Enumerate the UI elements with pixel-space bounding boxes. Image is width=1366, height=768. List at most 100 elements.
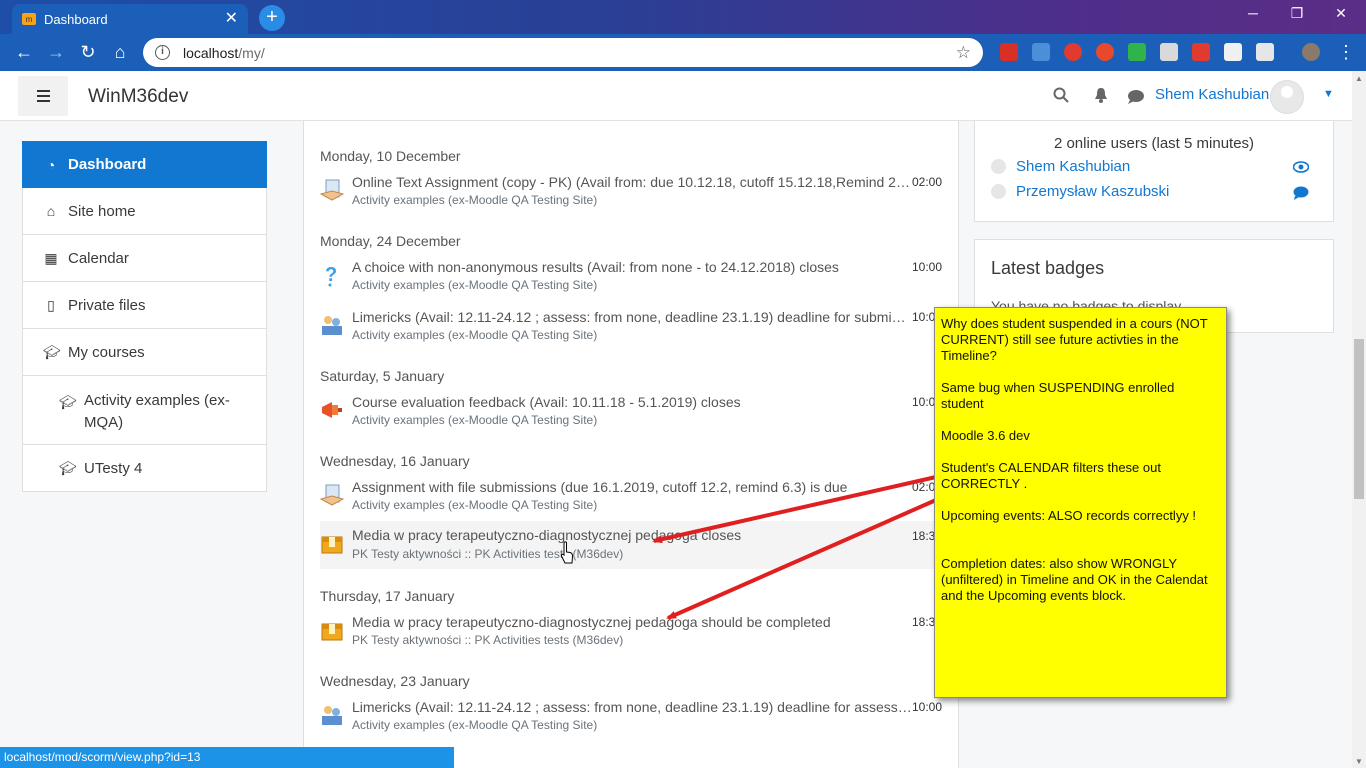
online-user[interactable]: Shem Kashubian: [991, 158, 1130, 175]
drawer-item-label: Private files: [68, 296, 146, 314]
bookmark-star-icon[interactable]: ☆: [956, 43, 971, 63]
timeline-event: Media w pracy terapeutyczno-diagnostyczn…: [320, 612, 944, 654]
timeline-event-link[interactable]: Assignment with file submissions (due 16…: [352, 479, 912, 495]
new-tab-button[interactable]: +: [259, 5, 285, 31]
bell-icon[interactable]: [1093, 87, 1109, 108]
timeline-date-header: Monday, 10 December: [320, 148, 461, 164]
back-icon[interactable]: ←: [12, 41, 36, 63]
user-avatar[interactable]: [1270, 80, 1304, 114]
home-icon[interactable]: ⌂: [108, 41, 132, 63]
graduation-cap-icon: 🎓︎: [59, 394, 77, 410]
gmail-extension-icon[interactable]: [1000, 43, 1018, 61]
nav-drawer: ◔ Dashboard ⌂ Site home ▦ Calendar ▯ Pri…: [22, 141, 267, 492]
online-user[interactable]: Przemysław Kaszubski: [991, 183, 1169, 200]
timeline-event-link[interactable]: Limericks (Avail: 12.11-24.12 ; assess: …: [352, 309, 912, 325]
drawer-item-calendar[interactable]: ▦ Calendar: [22, 235, 267, 282]
page-scrollbar[interactable]: ▲ ▼: [1352, 71, 1366, 768]
note-paragraph: Same bug when SUSPENDING enrolled studen…: [941, 380, 1175, 411]
eye-icon[interactable]: [1292, 160, 1310, 176]
timeline-event-link[interactable]: Limericks (Avail: 12.11-24.12 ; assess: …: [352, 699, 912, 715]
user-icon: [991, 184, 1006, 199]
extension-icon[interactable]: [1160, 43, 1178, 61]
online-user-name[interactable]: Przemysław Kaszubski: [1016, 183, 1169, 200]
document-extension-icon[interactable]: [1224, 43, 1242, 61]
drawer-toggle-button[interactable]: [18, 76, 68, 116]
timeline-date-header: Wednesday, 16 January: [320, 453, 470, 469]
note-paragraph: Why does student suspended in a cours (N…: [941, 316, 1208, 363]
timeline-event-link[interactable]: Course evaluation feedback (Avail: 10.11…: [352, 394, 912, 410]
message-icon[interactable]: [1127, 89, 1145, 110]
drawer-item-label: My courses: [68, 343, 145, 361]
mail-extension-icon[interactable]: [1032, 43, 1050, 61]
workshop-icon: [322, 706, 342, 725]
timeline-event-course: PK Testy aktywności :: PK Activities tes…: [352, 547, 624, 561]
chevron-down-icon[interactable]: ▼: [1323, 88, 1334, 100]
online-users-title: 2 online users (last 5 minutes): [1053, 135, 1255, 152]
drawer-item-my-courses[interactable]: 🎓︎ My courses: [22, 329, 267, 376]
reload-icon[interactable]: ↻: [76, 41, 100, 63]
pdf-extension-icon[interactable]: [1256, 43, 1274, 61]
scorm-icon: [321, 623, 343, 641]
note-paragraph: Moodle 3.6 dev: [941, 428, 1030, 443]
browser-tab-strip: m Dashboard ✕ + ─ ❐ ✕: [0, 0, 1366, 34]
svg-text:?: ?: [325, 264, 337, 286]
browser-menu-icon[interactable]: ⋮: [1334, 41, 1358, 63]
forward-icon[interactable]: →: [44, 41, 68, 63]
timeline-event-course: Activity examples (ex-Moodle QA Testing …: [352, 718, 598, 732]
drawer-item-label: Dashboard: [68, 156, 147, 173]
timeline-event: Assignment with file submissions (due 16…: [320, 477, 944, 519]
timeline-event: Limericks (Avail: 12.11-24.12 ; assess: …: [320, 697, 944, 739]
drawer-item-label: Activity examples (ex-MQA): [84, 392, 230, 431]
drawer-item-course-utesty-4[interactable]: 🎓︎ UTesty 4: [22, 445, 267, 492]
drawer-item-label: Site home: [68, 202, 136, 220]
extension-icon[interactable]: [1096, 43, 1114, 61]
drawer-item-dashboard[interactable]: ◔ Dashboard: [22, 141, 267, 188]
calendar-icon: ▦: [44, 249, 58, 266]
scroll-up-icon[interactable]: ▲: [1355, 74, 1363, 83]
tab-title: Dashboard: [44, 11, 108, 27]
profile-avatar-icon[interactable]: [1302, 43, 1320, 61]
timeline-event: Online Text Assignment (copy - PK) (Avai…: [320, 172, 944, 214]
timeline-date-header: Wednesday, 23 January: [320, 673, 470, 689]
timeline-block: Monday, 10 December Online Text Assignme…: [303, 121, 959, 768]
search-icon[interactable]: [1053, 87, 1069, 108]
user-icon: [991, 159, 1006, 174]
info-icon[interactable]: i: [155, 45, 170, 60]
user-name[interactable]: Shem Kashubian: [1155, 86, 1269, 103]
window-close-icon[interactable]: ✕: [1326, 5, 1356, 22]
drawer-item-course-activity-examples[interactable]: 🎓︎ Activity examples (ex-MQA): [22, 376, 267, 445]
scorm-icon: [321, 536, 343, 554]
timeline-event-time: 10:00: [911, 700, 942, 714]
timeline-event-link[interactable]: A choice with non-anonymous results (Ava…: [352, 259, 912, 275]
dashboard-icon: ◔: [46, 156, 56, 173]
drawer-item-label: Calendar: [68, 249, 129, 267]
maximize-icon[interactable]: ❐: [1282, 5, 1312, 22]
drawer-item-private-files[interactable]: ▯ Private files: [22, 282, 267, 329]
timeline-event: ? A choice with non-anonymous results (A…: [320, 257, 944, 299]
address-bar[interactable]: i localhost/my/ ☆: [143, 38, 983, 67]
timeline-event-course: Activity examples (ex-Moodle QA Testing …: [352, 278, 598, 292]
shield-extension-icon[interactable]: [1192, 43, 1210, 61]
timeline-event-link[interactable]: Media w pracy terapeutyczno-diagnostyczn…: [352, 527, 912, 543]
online-user-name[interactable]: Shem Kashubian: [1016, 158, 1130, 175]
feedback-icon: [322, 402, 342, 418]
timeline-event-course: Activity examples (ex-Moodle QA Testing …: [352, 413, 598, 427]
timeline-event: Course evaluation feedback (Avail: 10.11…: [320, 392, 944, 434]
timeline-event-link[interactable]: Media w pracy terapeutyczno-diagnostyczn…: [352, 614, 912, 630]
message-icon[interactable]: [1293, 186, 1309, 203]
choice-icon: ?: [325, 264, 337, 287]
graduation-cap-icon: 🎓︎: [59, 459, 77, 476]
home-icon: ⌂: [46, 203, 56, 219]
download-extension-icon[interactable]: [1128, 43, 1146, 61]
drawer-item-site-home[interactable]: ⌂ Site home: [22, 188, 267, 235]
timeline-event-link[interactable]: Online Text Assignment (copy - PK) (Avai…: [352, 174, 912, 190]
scrollbar-thumb[interactable]: [1354, 339, 1364, 499]
scroll-down-icon[interactable]: ▼: [1355, 757, 1363, 766]
timeline-event-time: 02:00: [911, 175, 942, 189]
adblock-extension-icon[interactable]: [1064, 43, 1082, 61]
browser-tab[interactable]: m Dashboard ✕: [12, 4, 248, 34]
file-icon: ▯: [47, 296, 55, 313]
minimize-icon[interactable]: ─: [1238, 5, 1268, 21]
site-name[interactable]: WinM36dev: [88, 86, 188, 108]
tab-close-icon[interactable]: ✕: [225, 11, 238, 27]
